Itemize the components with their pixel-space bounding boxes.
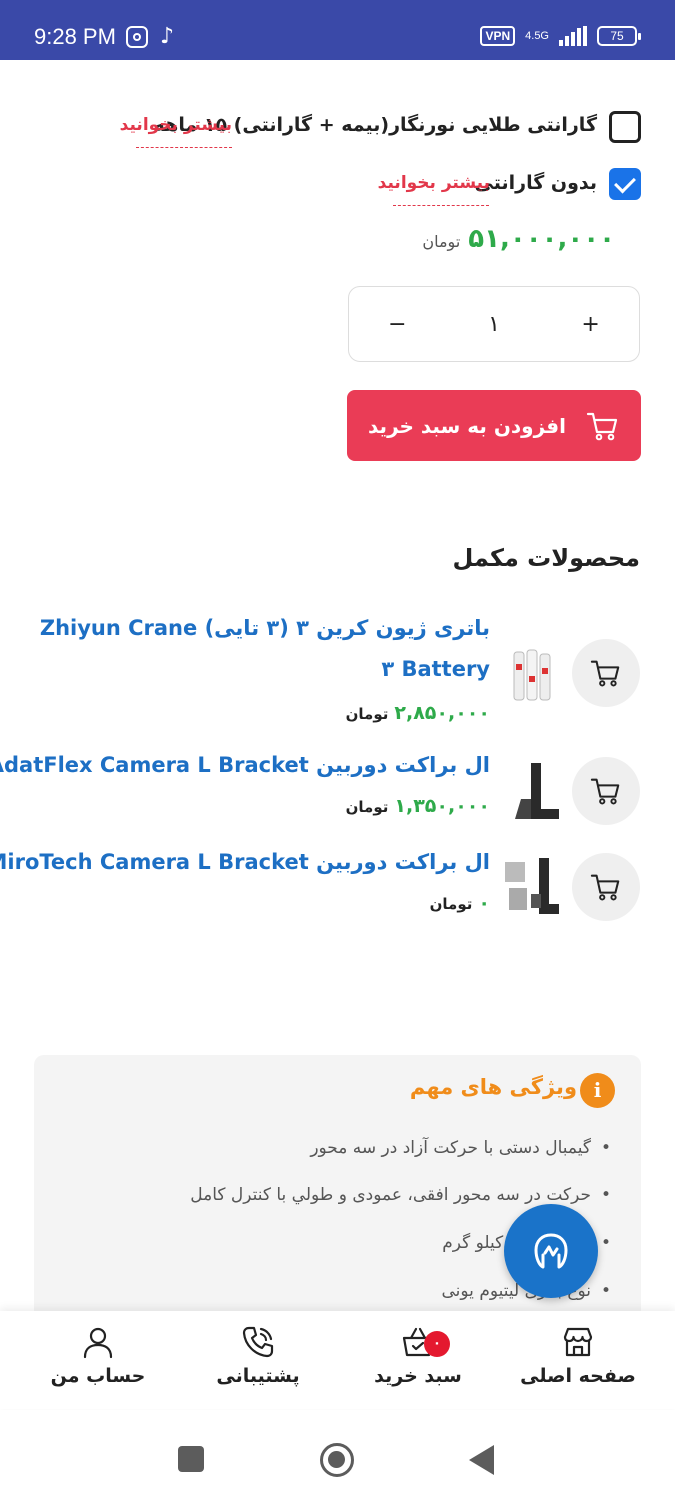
warranty-gold-more-link[interactable]: بیشتر بخوانید [120,115,232,135]
store-icon [563,1327,593,1357]
related-product-price: ۲,۸۵۰,۰۰۰ [394,702,490,724]
product-price: ۵۱,۰۰۰,۰۰۰ [468,224,615,254]
nav-support-label: پشتیبانی [216,1365,300,1387]
increase-button[interactable]: + [561,312,621,337]
cart-icon [590,660,620,687]
add-related-to-cart-button[interactable] [572,757,640,825]
nav-cart[interactable]: ۰ سبد خرید [348,1325,488,1387]
tiktok-icon: ♪ [160,24,175,49]
nav-account[interactable]: حساب من [28,1325,168,1387]
signal-icon [559,26,587,46]
status-bar: 9:28 PM ♪ VPN 4.5G 75 [0,0,675,60]
add-to-cart-button[interactable]: افزودن به سبد خرید [347,390,641,461]
bottom-navigation: صفحه اصلی ۰ سبد خرید پشتیبانی حساب من [0,1311,675,1409]
related-products-title: محصولات مکمل [452,544,640,572]
add-related-to-cart-button[interactable] [572,853,640,921]
brain-icon [534,1233,568,1269]
cart-icon [586,412,618,440]
add-to-cart-label: افزودن به سبد خرید [368,413,566,438]
related-product-unit: تومان [345,798,389,816]
vpn-badge: VPN [480,26,516,46]
related-product-title[interactable]: ال براکت دوربین MiroTech Camera L Bracke… [0,842,490,883]
dashed-underline [136,147,232,148]
l-bracket-product-image[interactable] [501,854,563,918]
cart-icon [590,874,620,901]
dashed-underline [393,205,489,206]
related-product-title[interactable]: ال براکت دوربین AdatFlex Camera L Bracke… [0,745,490,786]
phone-icon [242,1326,274,1358]
related-product-title[interactable]: باتری ژیون کرین ۳ (۳ تایی) Zhiyun Crane … [30,608,490,690]
no-warranty-more-link[interactable]: بیشتر بخوانید [378,173,490,193]
cart-icon [590,778,620,805]
home-button[interactable] [320,1443,354,1477]
battery-indicator: 75 [597,26,641,46]
quantity-stepper: − ۱ + [348,286,640,362]
no-warranty-checkbox[interactable] [609,168,641,200]
back-button[interactable] [469,1445,494,1475]
nav-account-label: حساب من [50,1365,146,1387]
price-unit: تومان [422,232,461,251]
battery-product-image[interactable] [506,646,558,710]
feature-item: گیمبال دستی با حرکت آزاد در سه محور [310,1138,610,1158]
no-warranty-label: بدون گارانتی [474,172,598,194]
nav-cart-label: سبد خرید [374,1365,462,1387]
info-icon: i [580,1073,615,1108]
quantity-value: ۱ [488,311,500,337]
features-title: ویژگی های مهم [409,1075,577,1099]
nav-home[interactable]: صفحه اصلی [508,1325,648,1387]
clock: 9:28 PM [34,24,116,49]
system-navigation-bar [0,1410,675,1500]
instagram-icon [126,26,148,48]
nav-support[interactable]: پشتیبانی [188,1325,328,1387]
related-product-price: ۱,۳۵۰,۰۰۰ [394,795,490,817]
related-product-unit: تومان [345,705,389,723]
related-product-unit: تومان [429,895,473,913]
user-icon [83,1327,113,1359]
related-product-price: ۰ [478,892,490,914]
network-type: 4.5G [525,29,549,42]
warranty-gold-checkbox[interactable] [609,111,641,143]
add-related-to-cart-button[interactable] [572,639,640,707]
recents-button[interactable] [178,1446,204,1472]
chat-support-button[interactable] [504,1204,598,1298]
feature-item: حرکت در سه محور افقی، عمودی و طولي با کن… [190,1185,611,1205]
nav-home-label: صفحه اصلی [520,1365,636,1387]
cart-count-badge: ۰ [424,1331,450,1357]
decrease-button[interactable]: − [367,312,427,337]
l-bracket-product-image[interactable] [501,759,563,823]
